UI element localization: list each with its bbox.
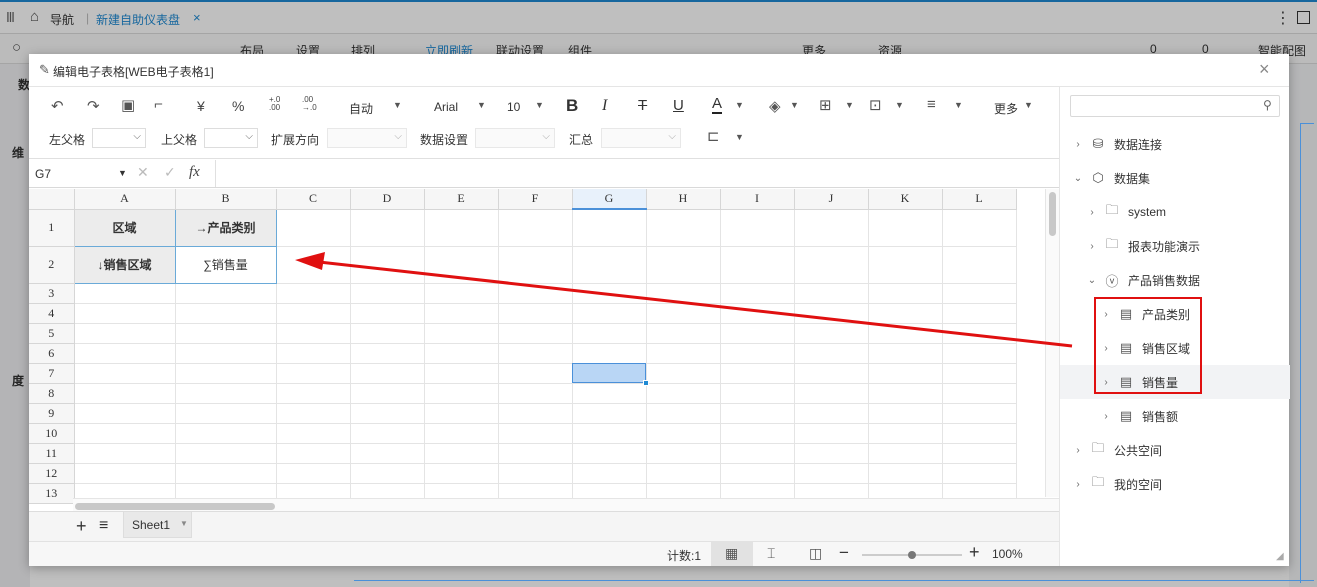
annotation-arrow	[295, 252, 1073, 348]
arrow-line	[318, 260, 1073, 348]
component-frame	[1300, 123, 1314, 583]
arrowhead	[295, 252, 325, 270]
edit-spreadsheet-dialog: ✎ 编辑电子表格[WEB电子表格1] × ↶ ↷ ▣ ⌐ ¥ % +.0 .00…	[29, 54, 1290, 566]
component-frame-bottom	[354, 580, 1314, 581]
